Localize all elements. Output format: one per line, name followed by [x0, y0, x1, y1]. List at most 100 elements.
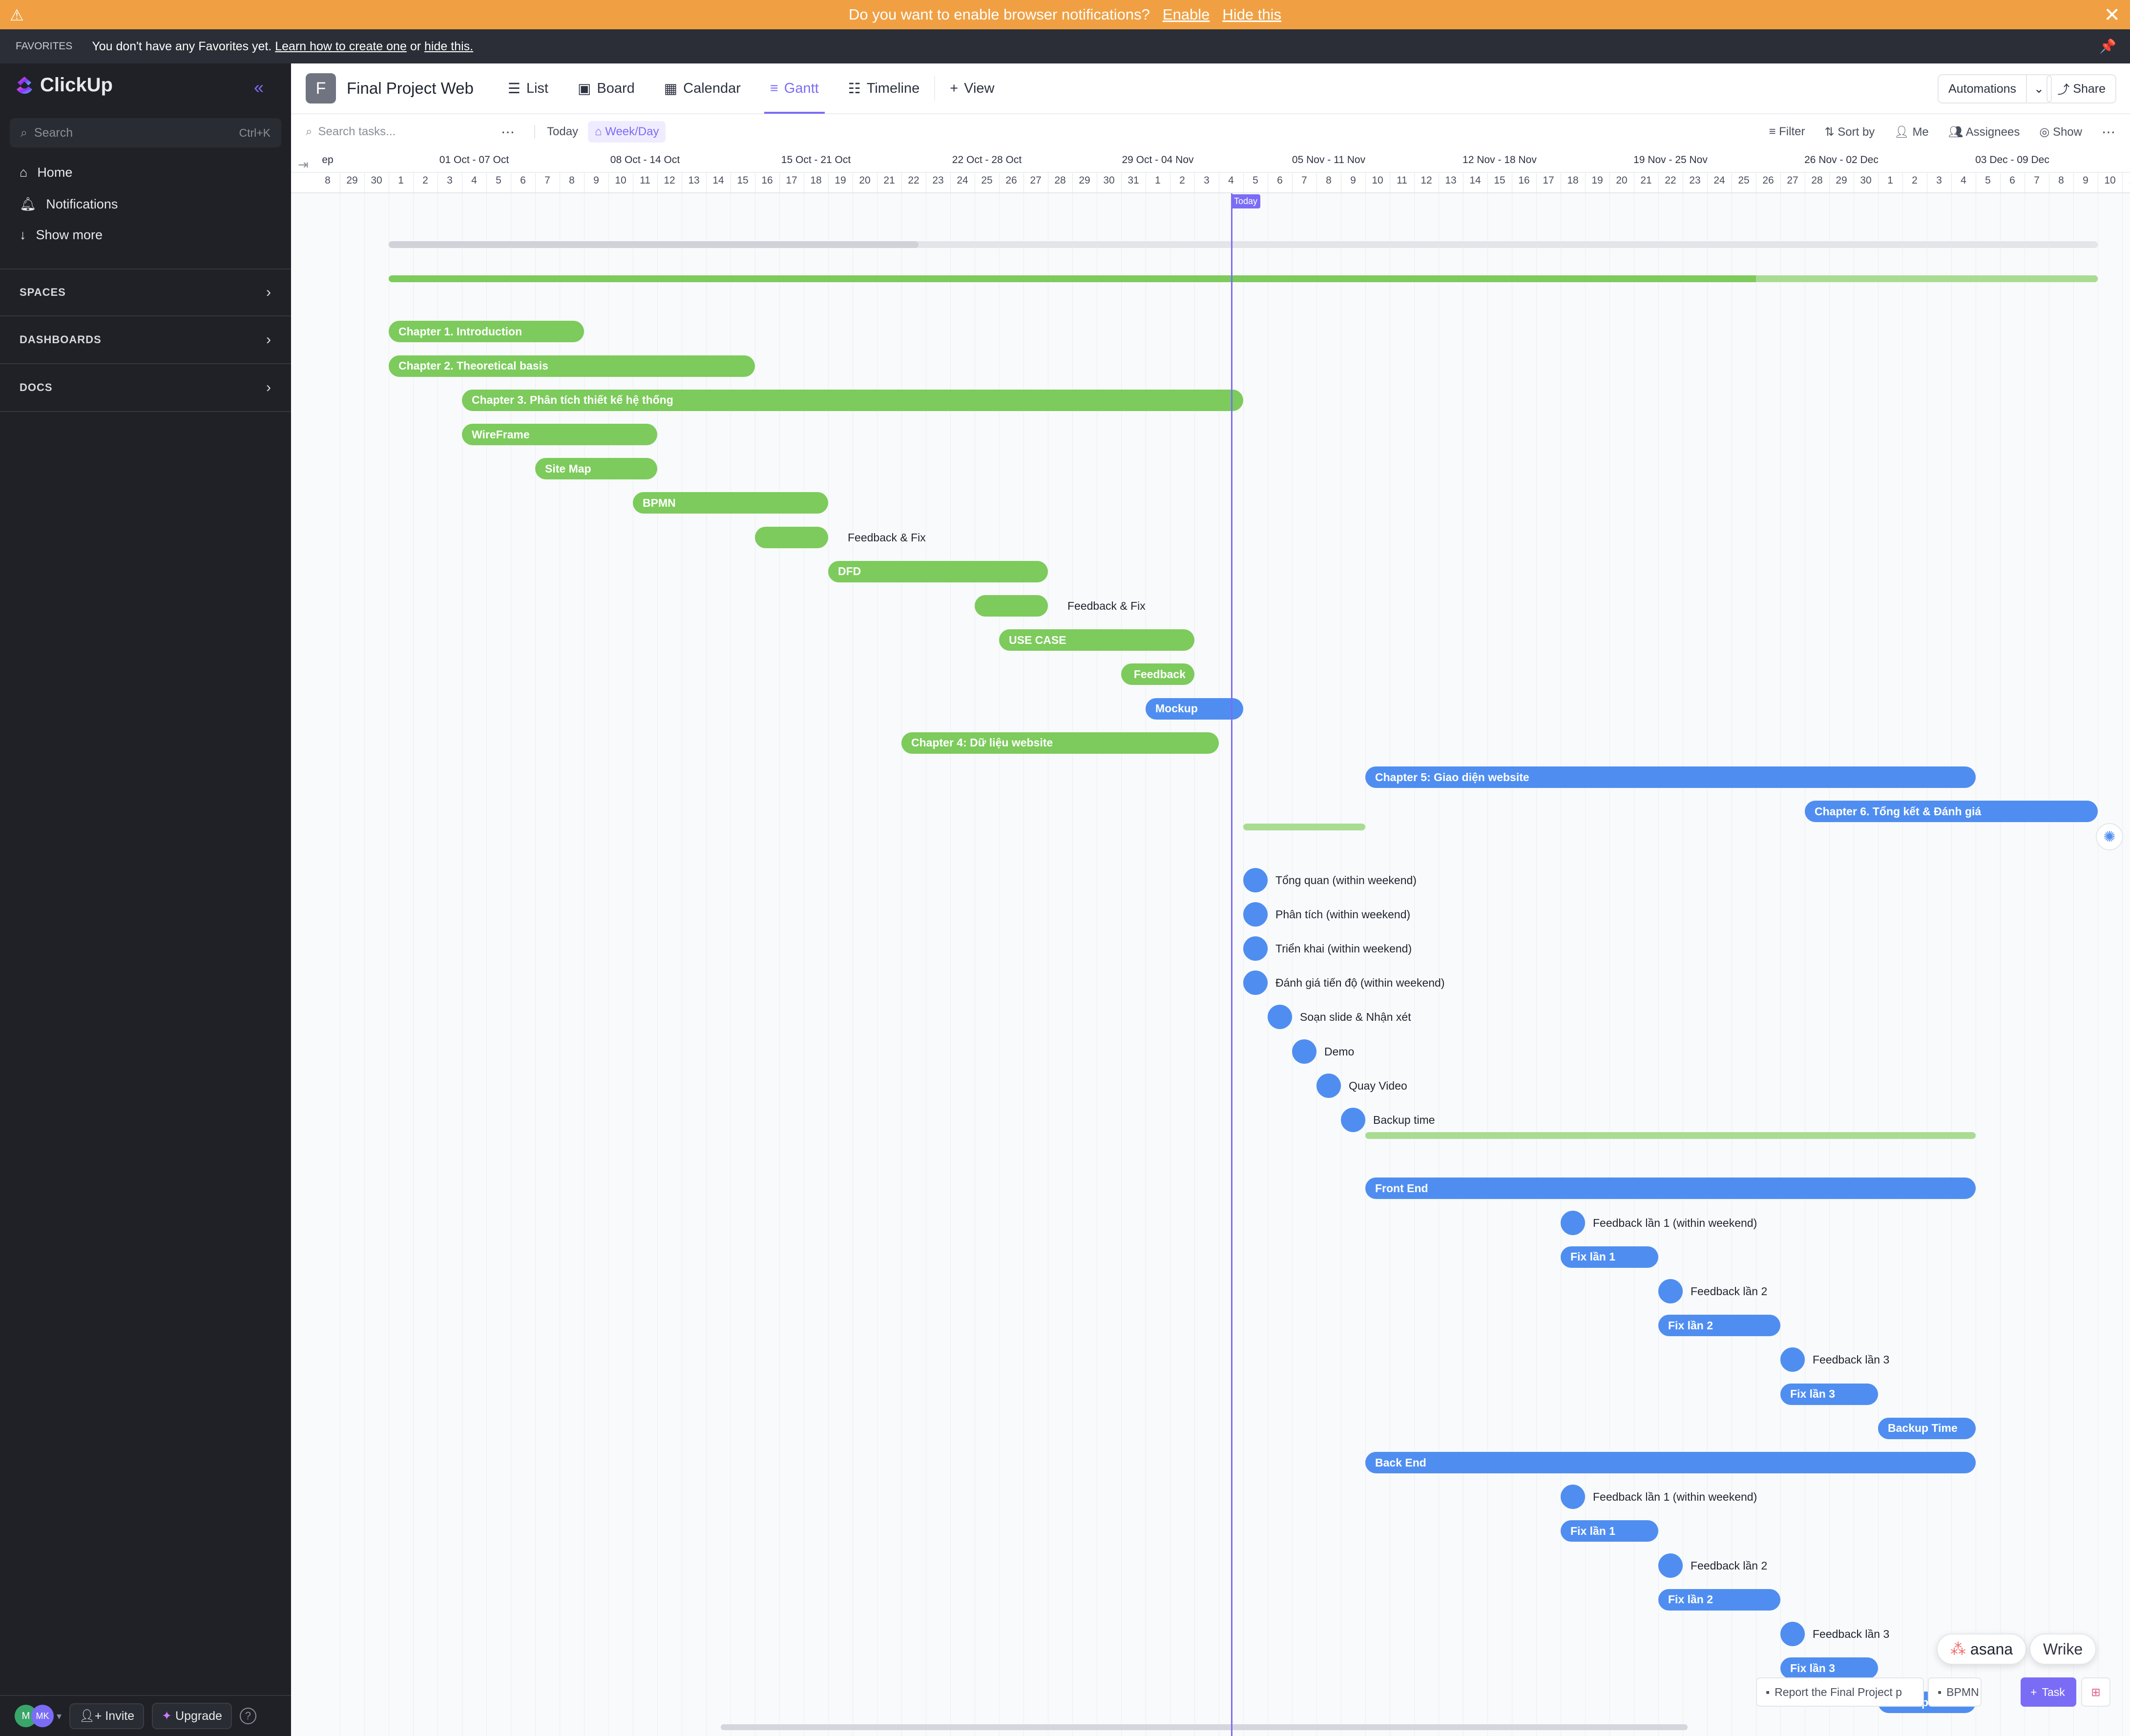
tab-calendar[interactable]: ▦ Calendar [649, 63, 755, 114]
summary-bar[interactable] [1365, 1132, 1976, 1139]
filter-label: Filter [1779, 125, 1805, 138]
page-title[interactable]: Final Project Web [347, 79, 474, 98]
summary-bar[interactable] [389, 241, 2098, 248]
task-bar[interactable]: Chapter 5: Giao diện website [1365, 766, 1976, 788]
task-bar[interactable]: Feedback [1121, 663, 1194, 685]
milestone-marker[interactable] [1780, 1622, 1805, 1646]
day-label: 4 [1961, 175, 1966, 186]
sidebar-section-docs[interactable]: DOCS › [0, 364, 291, 412]
milestone-marker[interactable] [1243, 902, 1268, 927]
wrike-integration[interactable]: Wrike [2029, 1633, 2097, 1665]
assignees-button[interactable]: 👥︎ Assignees [1948, 125, 2020, 139]
task-bar[interactable]: BPMN [633, 492, 828, 514]
close-icon[interactable]: ✕ [2104, 4, 2120, 26]
task-bar[interactable]: Fix lần 2 [1658, 1589, 1780, 1611]
me-button[interactable]: 👤︎ Me [1894, 125, 1928, 139]
sidebar-item-home[interactable]: ⌂ Home [20, 165, 72, 180]
tab-label: Timeline [866, 80, 920, 96]
task-bar[interactable]: Fix lần 2 [1658, 1315, 1780, 1337]
enable-notifications-link[interactable]: Enable [1163, 6, 1210, 23]
pin-icon[interactable]: 📌 [2099, 38, 2116, 54]
collapse-sidebar-icon[interactable]: « [254, 77, 264, 98]
sort-button[interactable]: ⇅ Sort by [1824, 125, 1875, 139]
learn-favorites-link[interactable]: Learn how to create one [275, 40, 407, 54]
task-bar[interactable]: Fix lần 3 [1780, 1657, 1878, 1679]
automations-button[interactable]: Automations ⌄ [1938, 74, 2052, 103]
day-label: 14 [1469, 175, 1481, 186]
summary-bar[interactable] [1243, 824, 1365, 831]
hide-notifications-link[interactable]: Hide this [1222, 6, 1281, 23]
task-bar[interactable]: Fix lần 1 [1561, 1520, 1658, 1542]
tab-gantt[interactable]: ≡ Gantt [755, 63, 834, 114]
milestone-marker[interactable] [1243, 868, 1268, 892]
task-bar[interactable]: Chapter 4: Dữ liệu website [901, 732, 1219, 754]
apps-grid-icon[interactable]: ⊞ [2081, 1677, 2110, 1707]
task-bar[interactable]: DFD [828, 560, 1048, 582]
sidebar-section-spaces[interactable]: SPACES › [0, 269, 291, 316]
milestone-marker[interactable] [1561, 1210, 1585, 1235]
day-label: 27 [1787, 175, 1798, 186]
tab-list[interactable]: ☰ List [493, 63, 563, 114]
milestone-marker[interactable] [1658, 1553, 1683, 1578]
sidebar-item-show-more[interactable]: ↓ Show more [20, 227, 103, 243]
tray-item-bpmn[interactable]: ▪ BPMN [1928, 1677, 1982, 1707]
task-bar[interactable]: USE CASE [999, 629, 1194, 651]
task-bar[interactable] [975, 595, 1048, 617]
help-icon[interactable]: ? [239, 1708, 256, 1724]
milestone-marker[interactable] [1292, 1039, 1316, 1064]
milestone-marker[interactable] [1341, 1108, 1365, 1132]
new-task-button[interactable]: + Task [2021, 1677, 2076, 1707]
more-options-icon[interactable]: ⋯ [501, 124, 515, 140]
brand-logo[interactable]: ClickUp [15, 74, 113, 96]
milestone-marker[interactable] [1561, 1485, 1585, 1509]
project-icon[interactable]: F [306, 73, 336, 103]
upgrade-button[interactable]: ✦ Upgrade [152, 1703, 232, 1729]
milestone-marker[interactable] [1268, 1005, 1292, 1030]
task-bar[interactable]: Back End [1365, 1452, 1976, 1473]
hide-favorites-link[interactable]: hide this. [424, 40, 473, 54]
task-bar[interactable]: Chapter 6. Tổng kết & Đánh giá [1805, 801, 2098, 823]
milestone-marker[interactable] [1243, 936, 1268, 961]
task-bar[interactable]: Chapter 2. Theoretical basis [389, 355, 755, 377]
sidebar-search[interactable]: ⌕ Search Ctrl+K [10, 118, 281, 147]
share-button[interactable]: ⤴ Share [2046, 74, 2116, 103]
today-button[interactable]: Today [534, 125, 578, 139]
sidebar-item-notifications[interactable]: 🔔︎ Notifications [20, 196, 118, 212]
show-button[interactable]: ◎ Show [2039, 125, 2082, 139]
expand-sidebar-icon[interactable]: ⇥ [298, 157, 309, 172]
milestone-marker[interactable] [1780, 1347, 1805, 1372]
task-bar[interactable]: Chapter 3. Phân tích thiết kế hệ thống [462, 389, 1243, 411]
more-options-icon[interactable]: ⋯ [2102, 124, 2115, 140]
asana-integration[interactable]: ⁂ asana [1937, 1633, 2027, 1665]
task-bar[interactable]: Fix lần 1 [1561, 1246, 1658, 1268]
task-search-placeholder: Search tasks... [318, 125, 396, 138]
grid-line [2000, 193, 2001, 1736]
ai-assistant-icon[interactable]: ✺ [2096, 823, 2123, 850]
milestone-marker[interactable] [1316, 1073, 1341, 1098]
tab-board[interactable]: ▣ Board [563, 63, 649, 114]
add-view-button[interactable]: + View [934, 76, 1009, 101]
horizontal-scrollbar[interactable] [721, 1724, 1688, 1730]
summary-bar[interactable] [389, 275, 2098, 283]
avatar[interactable]: M MK ▾ [15, 1705, 62, 1727]
filter-button[interactable]: ≡ Filter [1769, 125, 1805, 139]
task-bar[interactable]: Fix lần 3 [1780, 1383, 1878, 1405]
milestone-marker[interactable] [1243, 971, 1268, 995]
task-bar[interactable]: WireFrame [462, 424, 657, 445]
milestone-label: Feedback lần 2 [1691, 1285, 1768, 1298]
milestone-marker[interactable] [1658, 1279, 1683, 1303]
milestone-label: Feedback lần 2 [1691, 1559, 1768, 1572]
day-label: 11 [2122, 175, 2130, 186]
sidebar-section-dashboards[interactable]: DASHBOARDS › [0, 316, 291, 364]
invite-button[interactable]: 👤︎+ Invite [69, 1703, 145, 1729]
scale-selector[interactable]: ⌂ Week/Day [588, 121, 666, 143]
task-search-input[interactable]: ⌕ Search tasks... [306, 125, 491, 139]
tab-timeline[interactable]: ☷ Timeline [834, 63, 935, 114]
task-bar[interactable]: Chapter 1. Introduction [389, 321, 584, 343]
task-bar[interactable]: Front End [1365, 1178, 1976, 1199]
task-bar[interactable] [755, 526, 828, 548]
task-bar[interactable]: Mockup [1146, 698, 1243, 720]
task-bar[interactable]: Site Map [535, 458, 657, 480]
tray-item-report[interactable]: ▪ Report the Final Project p [1756, 1677, 1924, 1707]
task-bar[interactable]: Backup Time [1878, 1417, 1976, 1439]
